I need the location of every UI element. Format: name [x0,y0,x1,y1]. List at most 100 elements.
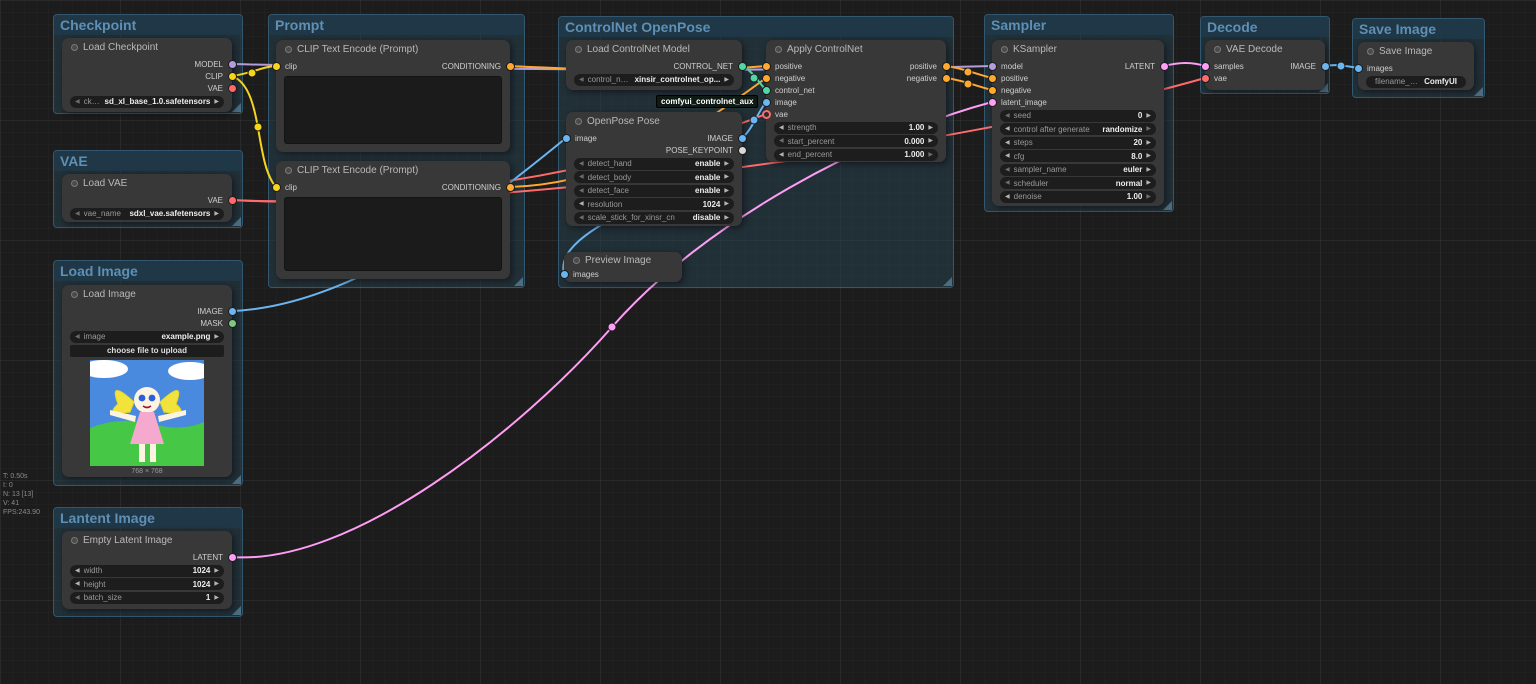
increment-icon[interactable]: ▶ [214,578,219,590]
widget-cfg[interactable]: ◀cfg8.0▶ [1000,150,1156,162]
input-port-positive[interactable] [762,62,771,71]
widget-batch-size[interactable]: ◀batch_size1▶ [70,592,224,604]
collapse-dot-icon[interactable] [575,46,582,53]
output-port-model[interactable] [228,60,237,69]
widget-sampler-name[interactable]: ◀sampler_nameeuler▶ [1000,164,1156,176]
widget-ckpt-name[interactable]: ◀ckpt_namesd_xl_base_1.0.safetensors▶ [70,96,224,108]
collapse-dot-icon[interactable] [71,291,78,298]
increment-icon[interactable]: ▶ [214,592,219,604]
collapse-dot-icon[interactable] [285,167,292,174]
node-apply-controlnet[interactable]: Apply ControlNet positivepositive negati… [766,40,946,162]
prev-value-icon[interactable]: ◀ [75,96,80,108]
node-load-vae[interactable]: Load VAE VAE ◀vae_namesdxl_vae.safetenso… [62,174,232,222]
decrement-icon[interactable]: ◀ [75,592,80,604]
input-port-vae[interactable] [1201,74,1210,83]
prev-value-icon[interactable]: ◀ [1005,123,1010,135]
widget-steps[interactable]: ◀steps20▶ [1000,137,1156,149]
output-port-clip[interactable] [228,72,237,81]
group-title[interactable]: Prompt [269,15,524,35]
next-value-icon[interactable]: ▶ [214,331,219,343]
input-port-images[interactable] [560,270,569,279]
widget-end-percent[interactable]: ◀end_percent1.000▶ [774,149,938,161]
next-value-icon[interactable]: ▶ [1146,177,1151,189]
output-port-mask[interactable] [228,319,237,328]
collapse-dot-icon[interactable] [285,46,292,53]
widget-start-percent[interactable]: ◀start_percent0.000▶ [774,135,938,147]
group-title[interactable]: ControlNet OpenPose [559,17,953,37]
group-title[interactable]: Load Image [54,261,242,281]
decrement-icon[interactable]: ◀ [779,135,784,147]
widget-image-file[interactable]: ◀imageexample.png▶ [70,331,224,343]
group-title[interactable]: Decode [1201,17,1329,37]
decrement-icon[interactable]: ◀ [1005,110,1010,122]
next-value-icon[interactable]: ▶ [724,185,729,197]
collapse-dot-icon[interactable] [71,537,78,544]
next-value-icon[interactable]: ▶ [724,212,729,224]
choose-file-button[interactable]: choose file to upload [70,345,224,357]
output-port-latent[interactable] [1160,62,1169,71]
widget-vae-name[interactable]: ◀vae_namesdxl_vae.safetensors▶ [70,208,224,220]
next-value-icon[interactable]: ▶ [1146,123,1151,135]
prompt-text-input[interactable] [284,76,502,144]
prev-value-icon[interactable]: ◀ [1005,164,1010,176]
prev-value-icon[interactable]: ◀ [579,158,584,170]
widget-detect-face[interactable]: ◀detect_faceenable▶ [574,185,734,197]
collapse-dot-icon[interactable] [573,257,580,264]
node-clip-text-encode-negative[interactable]: CLIP Text Encode (Prompt) clipCONDITIONI… [276,161,510,279]
group-title[interactable]: Checkpoint [54,15,242,35]
group-title[interactable]: Lantent Image [54,508,242,528]
output-port-positive[interactable] [942,62,951,71]
decrement-icon[interactable]: ◀ [579,198,584,210]
prev-value-icon[interactable]: ◀ [579,171,584,183]
input-port-clip[interactable] [272,62,281,71]
input-port-negative[interactable] [988,86,997,95]
node-load-checkpoint[interactable]: Load Checkpoint MODEL CLIP VAE ◀ckpt_nam… [62,38,232,112]
decrement-icon[interactable]: ◀ [1005,137,1010,149]
collapse-dot-icon[interactable] [775,46,782,53]
node-ksampler[interactable]: KSampler modelLATENT positive negative l… [992,40,1164,206]
input-port-negative[interactable] [762,74,771,83]
next-value-icon[interactable]: ▶ [724,171,729,183]
prev-value-icon[interactable]: ◀ [579,185,584,197]
decrement-icon[interactable]: ◀ [779,149,784,161]
input-port-latent-image[interactable] [988,98,997,107]
input-port-image[interactable] [762,98,771,107]
next-value-icon[interactable]: ▶ [1146,164,1151,176]
input-port-samples[interactable] [1201,62,1210,71]
collapse-dot-icon[interactable] [71,44,78,51]
increment-icon[interactable]: ▶ [1146,137,1151,149]
output-port-negative[interactable] [942,74,951,83]
group-title[interactable]: Save Image [1353,19,1484,39]
increment-icon[interactable]: ▶ [928,135,933,147]
output-port-control-net[interactable] [738,62,747,71]
widget-width[interactable]: ◀width1024▶ [70,565,224,577]
next-value-icon[interactable]: ▶ [214,96,219,108]
output-port-image[interactable] [738,134,747,143]
prev-value-icon[interactable]: ◀ [579,212,584,224]
widget-seed[interactable]: ◀seed0▶ [1000,110,1156,122]
widget-detect-hand[interactable]: ◀detect_handenable▶ [574,158,734,170]
input-port-vae[interactable] [762,110,771,119]
prompt-text-input[interactable] [284,197,502,271]
widget-denoise[interactable]: ◀denoise1.00▶ [1000,191,1156,203]
node-graph-canvas[interactable]: T: 0.50s I: 0 N: 13 [13] V: 41 FPS:243.9… [0,0,1536,684]
output-port-conditioning[interactable] [506,62,515,71]
increment-icon[interactable]: ▶ [214,565,219,577]
widget-resolution[interactable]: ◀resolution1024▶ [574,198,734,210]
input-port-control-net[interactable] [762,86,771,95]
increment-icon[interactable]: ▶ [1146,150,1151,162]
input-port-positive[interactable] [988,74,997,83]
prev-value-icon[interactable]: ◀ [75,331,80,343]
decrement-icon[interactable]: ◀ [75,565,80,577]
output-port-vae[interactable] [228,196,237,205]
widget-strength[interactable]: ◀strength1.00▶ [774,122,938,134]
widget-scale-stick[interactable]: ◀scale_stick_for_xinsr_cndisable▶ [574,212,734,224]
collapse-dot-icon[interactable] [71,180,78,187]
next-value-icon[interactable]: ▶ [724,158,729,170]
node-save-image[interactable]: Save Image images filename_prefixComfyUI [1358,42,1474,90]
output-port-image[interactable] [228,307,237,316]
group-title[interactable]: VAE [54,151,242,171]
decrement-icon[interactable]: ◀ [1005,191,1010,203]
input-port-clip[interactable] [272,183,281,192]
next-value-icon[interactable]: ▶ [724,74,729,86]
